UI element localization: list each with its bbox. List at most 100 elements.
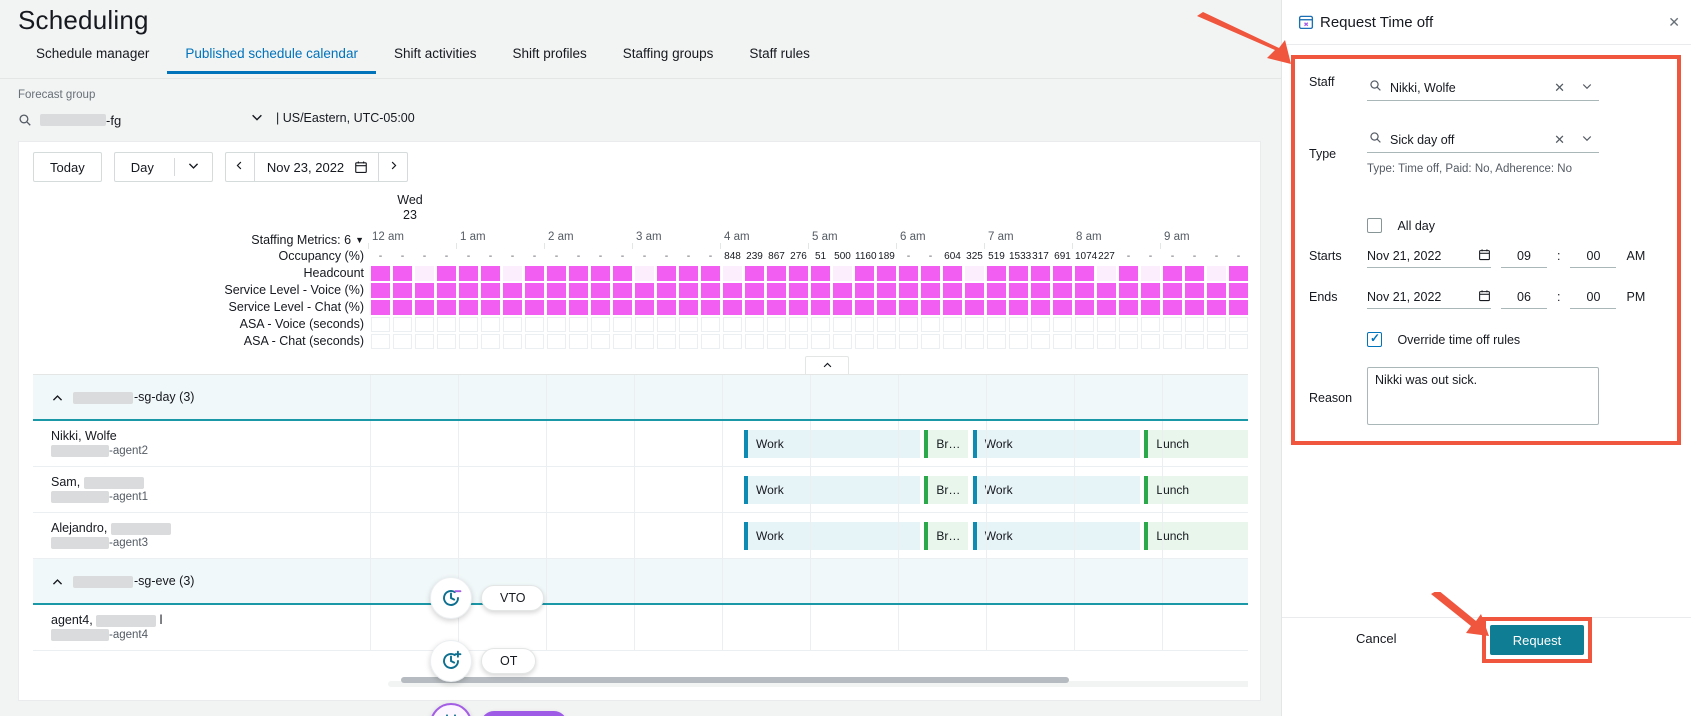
next-day-button[interactable] xyxy=(379,159,407,175)
clear-icon[interactable]: ✕ xyxy=(1554,80,1565,96)
vto-label-pill[interactable]: VTO xyxy=(481,585,545,611)
shift-block-brk[interactable]: Br… xyxy=(924,476,969,504)
chevron-up-icon[interactable] xyxy=(51,576,64,592)
horizontal-scrollbar-track[interactable] xyxy=(388,677,1248,687)
shift-block-lunch[interactable]: Lunch xyxy=(1144,430,1248,458)
shift-block-work[interactable]: Work xyxy=(744,476,920,504)
staff-select[interactable]: Nikki, Wolfe ✕ xyxy=(1367,75,1599,101)
shift-block-brk[interactable]: Br… xyxy=(924,430,969,458)
view-select[interactable]: Day xyxy=(113,152,213,182)
metric-empty-cell xyxy=(547,317,566,332)
hour-gridline xyxy=(986,467,987,512)
starts-row: Starts Nov 21, 2022 09 : 00 AM xyxy=(1295,244,1677,268)
ends-hour-input[interactable]: 06 xyxy=(1501,285,1547,309)
metric-swatch-cell xyxy=(1097,300,1116,315)
roster-group-row[interactable]: -sg-eve (3) xyxy=(33,559,1248,605)
metric-empty-cell xyxy=(1053,317,1072,332)
request-button[interactable]: Request xyxy=(1490,625,1584,655)
chevron-down-icon[interactable] xyxy=(175,159,212,175)
calendar-icon[interactable] xyxy=(1478,248,1491,264)
caret-down-icon[interactable]: ▼ xyxy=(355,235,364,245)
metric-empty-cell xyxy=(591,334,610,349)
shift-block-work[interactable]: Work xyxy=(972,476,1140,504)
starts-minute-input[interactable]: 00 xyxy=(1570,244,1617,268)
metric-swatch-cell xyxy=(1141,300,1160,315)
metric-swatch-cell xyxy=(833,300,852,315)
horizontal-scrollbar-thumb[interactable] xyxy=(401,677,1069,683)
metric-empty-cell xyxy=(1009,317,1028,332)
hour-gridline xyxy=(1162,375,1163,419)
roster-list: -sg-day (3) Nikki, Wolfe -agent2 Work Br… Wor… xyxy=(33,375,1248,651)
roster-group-row[interactable]: -sg-day (3) xyxy=(33,375,1248,421)
starts-hour-input[interactable]: 09 xyxy=(1501,244,1547,268)
calendar-card: Today Day Nov 23, 2022 Wed 23 Staffing M… xyxy=(18,141,1261,716)
calendar-timeoff-icon xyxy=(1297,13,1315,36)
tab-staff-rules[interactable]: Staff rules xyxy=(731,46,828,71)
request-time-off-panel: Request Time off ✕ Staff Nikki, Wolfe ✕ xyxy=(1281,0,1691,716)
chevron-up-icon[interactable] xyxy=(51,392,64,408)
cancel-button[interactable]: Cancel xyxy=(1356,631,1396,646)
tab-shift-activities[interactable]: Shift activities xyxy=(376,46,495,71)
shift-block-work[interactable]: Work xyxy=(972,522,1140,550)
today-button[interactable]: Today xyxy=(33,152,102,182)
current-date-label: Nov 23, 2022 xyxy=(266,159,345,175)
metric-swatch-cell xyxy=(877,283,896,298)
ot-action-button[interactable] xyxy=(430,640,472,682)
forecast-group-select[interactable]: -fg xyxy=(18,108,248,132)
metric-swatch-cell xyxy=(481,300,500,315)
tab-staffing-groups[interactable]: Staffing groups xyxy=(605,46,732,71)
staffing-metrics-header[interactable]: Staffing Metrics: 6 ▼ xyxy=(33,231,370,248)
ends-minute-input[interactable]: 00 xyxy=(1570,285,1617,309)
metric-row-occupancy: Occupancy (%) xyxy=(278,249,364,263)
metric-cell-row xyxy=(370,265,1248,282)
shift-block-work[interactable]: Work xyxy=(744,522,920,550)
chevron-down-icon[interactable] xyxy=(1581,132,1593,147)
type-select[interactable]: Sick day off ✕ xyxy=(1367,127,1599,153)
timeoff-label-pill[interactable]: Time off xyxy=(481,711,568,716)
override-time-off-rules-checkbox[interactable] xyxy=(1367,331,1382,348)
starts-date-input[interactable]: Nov 21, 2022 xyxy=(1367,244,1491,268)
chevron-down-icon[interactable] xyxy=(250,110,264,124)
reason-textarea[interactable] xyxy=(1367,367,1599,425)
metric-swatch-cell xyxy=(459,300,478,315)
metric-value-cell: - xyxy=(906,250,911,262)
timeoff-action-button[interactable] xyxy=(430,703,472,716)
hour-gridline xyxy=(1162,421,1163,466)
staff-name: Nikki, Wolfe xyxy=(51,429,117,443)
calendar-icon[interactable] xyxy=(354,160,378,174)
metric-value-cell: - xyxy=(642,250,647,262)
tab-schedule-manager[interactable]: Schedule manager xyxy=(18,46,167,71)
shift-block-lunch[interactable]: Lunch xyxy=(1144,522,1248,550)
shift-block-work[interactable]: Work xyxy=(744,430,920,458)
metric-empty-cell xyxy=(877,334,896,349)
tab-shift-profiles[interactable]: Shift profiles xyxy=(494,46,604,71)
metric-empty-cell xyxy=(1097,317,1116,332)
ot-label-pill[interactable]: OT xyxy=(481,648,537,674)
shift-block-lunch[interactable]: Lunch xyxy=(1144,476,1248,504)
metric-swatch-cell xyxy=(1053,300,1072,315)
hour-gridline xyxy=(1162,467,1163,512)
calendar-icon[interactable] xyxy=(1478,289,1491,305)
vto-action-button[interactable] xyxy=(430,577,472,619)
metric-swatch-cell xyxy=(679,283,698,298)
tab-published-schedule-calendar[interactable]: Published schedule calendar xyxy=(167,46,376,74)
metric-value-cell: - xyxy=(686,250,691,262)
clear-icon[interactable]: ✕ xyxy=(1554,132,1565,148)
shift-lane: Work Br… Work Lunch xyxy=(370,467,1248,512)
shift-block-brk[interactable]: Br… xyxy=(924,522,969,550)
metric-swatch-cell xyxy=(987,300,1006,315)
shift-block-work[interactable]: Work xyxy=(972,430,1140,458)
hour-gridline xyxy=(370,467,371,512)
starts-meridiem[interactable]: AM xyxy=(1626,244,1645,268)
ends-meridiem[interactable]: PM xyxy=(1626,285,1645,309)
time-axis-label: 7 am xyxy=(988,231,1014,243)
metric-swatch-cell xyxy=(393,266,412,281)
all-day-checkbox[interactable] xyxy=(1367,218,1382,234)
metric-empty-cell xyxy=(393,317,412,332)
forecast-group-label: Forecast group xyxy=(18,89,96,101)
chevron-down-icon[interactable] xyxy=(1581,80,1593,95)
collapse-metrics-button[interactable] xyxy=(805,356,849,374)
close-icon[interactable]: ✕ xyxy=(1668,14,1680,31)
previous-day-button[interactable] xyxy=(226,159,254,175)
ends-date-input[interactable]: Nov 21, 2022 xyxy=(1367,285,1491,309)
